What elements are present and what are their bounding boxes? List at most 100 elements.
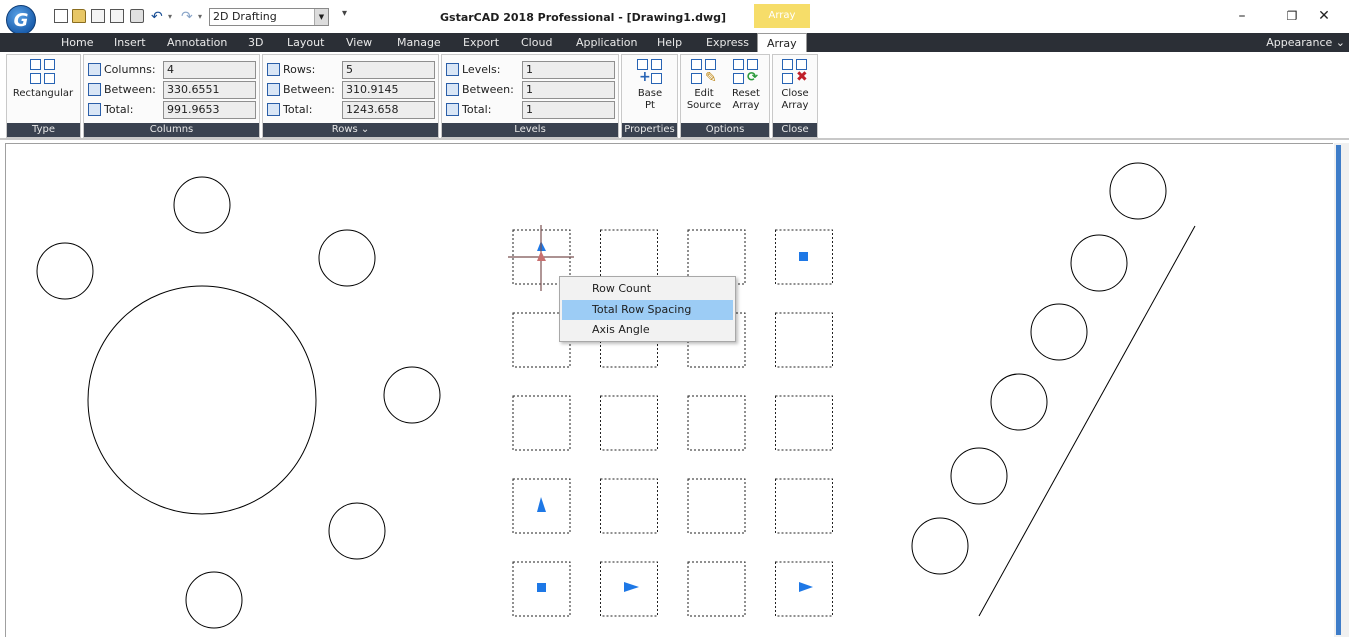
title-bar: G ↶ ▾ ↷ ▾ 2D Drafting ▼ ▾ GstarCAD 2018 …: [0, 0, 1349, 35]
small-circle[interactable]: [383, 366, 441, 424]
menu-item-row-count[interactable]: Row Count: [562, 279, 733, 299]
small-circle[interactable]: [318, 229, 376, 287]
tab-cloud[interactable]: Cloud: [521, 33, 552, 52]
edit-source-icon: ✎: [691, 59, 717, 85]
close-label-line2: Array: [781, 100, 809, 111]
drawing-svg[interactable]: [6, 144, 1334, 637]
grip-triangle-right[interactable]: [624, 582, 639, 592]
grip-square[interactable]: [537, 583, 546, 592]
app-logo-icon[interactable]: G: [6, 5, 36, 35]
array-item[interactable]: [687, 561, 746, 617]
tab-array[interactable]: Array: [757, 33, 807, 52]
levels-between-input[interactable]: 1: [522, 81, 615, 99]
rows-count-input[interactable]: 5: [342, 61, 435, 79]
drawing-canvas[interactable]: [5, 143, 1333, 637]
array-item[interactable]: [687, 478, 746, 534]
row-spacing-icon: [267, 83, 280, 96]
new-file-icon[interactable]: [54, 9, 68, 23]
tab-layout[interactable]: Layout: [287, 33, 324, 52]
workspace-select[interactable]: 2D Drafting ▼: [209, 8, 329, 26]
diagonal-line[interactable]: [978, 225, 1196, 617]
grip-square[interactable]: [799, 252, 808, 261]
tab-home[interactable]: Home: [61, 33, 93, 52]
array-item[interactable]: [600, 395, 658, 451]
level-total-icon: [446, 103, 459, 116]
small-circle[interactable]: [911, 517, 969, 575]
chevron-down-icon[interactable]: ▼: [314, 9, 328, 25]
rectangular-label: Rectangular: [12, 88, 74, 99]
levels-label: Levels:: [462, 63, 501, 76]
rectangular-button[interactable]: Rectangular: [11, 59, 75, 100]
large-circle[interactable]: [87, 285, 317, 515]
reset-array-button[interactable]: ⟳ Reset Array: [726, 59, 766, 112]
tab-view[interactable]: View: [346, 33, 372, 52]
small-circle[interactable]: [173, 176, 231, 234]
array-item[interactable]: [512, 395, 571, 451]
type-panel: Rectangular Type: [6, 54, 81, 138]
window-title: GstarCAD 2018 Professional - [Drawing1.d…: [440, 11, 727, 24]
array-item[interactable]: [600, 478, 658, 534]
columns-between-input[interactable]: 330.6551: [163, 81, 256, 99]
tab-insert[interactable]: Insert: [114, 33, 146, 52]
small-circle[interactable]: [1030, 303, 1088, 361]
workspace-value: 2D Drafting: [213, 10, 277, 23]
print-icon[interactable]: [130, 9, 144, 23]
base-point-button[interactable]: + Base Pt: [626, 59, 674, 112]
small-circle[interactable]: [950, 447, 1008, 505]
rows-between-input[interactable]: 310.9145: [342, 81, 435, 99]
small-circle[interactable]: [36, 242, 94, 300]
open-folder-icon[interactable]: [72, 9, 86, 23]
tab-express[interactable]: Express: [706, 33, 749, 52]
scrollbar-thumb[interactable]: [1336, 145, 1341, 635]
small-circle[interactable]: [185, 571, 243, 629]
redo-dropdown-icon[interactable]: ▾: [198, 10, 206, 24]
levels-icon: [446, 63, 459, 76]
chevron-down-icon: ⌄: [1335, 36, 1345, 49]
vertical-scrollbar[interactable]: [1334, 143, 1349, 637]
tab-manage[interactable]: Manage: [397, 33, 441, 52]
rows-label: Rows:: [283, 63, 316, 76]
small-circle[interactable]: [1109, 162, 1167, 220]
reset-label-line2: Array: [732, 100, 760, 111]
columns-between-label: Between:: [104, 83, 156, 96]
save-icon[interactable]: [91, 9, 105, 23]
columns-count-input[interactable]: 4: [163, 61, 256, 79]
rows-total-input[interactable]: 1243.658: [342, 101, 435, 119]
levels-count-input[interactable]: 1: [522, 61, 615, 79]
array-item[interactable]: [775, 395, 833, 451]
menu-item-total-row-spacing[interactable]: Total Row Spacing: [562, 300, 733, 320]
close-array-button[interactable]: ✖ Close Array: [776, 59, 814, 112]
save-as-icon[interactable]: [110, 9, 124, 23]
grip-triangle-right[interactable]: [799, 582, 813, 592]
close-panel: ✖ Close Array Close: [772, 54, 818, 138]
appearance-menu[interactable]: Appearance ⌄: [1266, 33, 1345, 52]
grip-triangle-up[interactable]: [537, 497, 546, 512]
edit-source-button[interactable]: ✎ Edit Source: [684, 59, 724, 112]
menu-item-axis-angle[interactable]: Axis Angle: [562, 320, 733, 340]
tab-3d[interactable]: 3D: [248, 33, 263, 52]
tab-application[interactable]: Application: [576, 33, 637, 52]
undo-icon[interactable]: ↶: [151, 10, 165, 24]
small-circle[interactable]: [328, 502, 386, 560]
columns-label: Columns:: [104, 63, 156, 76]
array-item[interactable]: [775, 312, 833, 368]
minimize-button[interactable]: –: [1222, 4, 1262, 28]
levels-between-label: Between:: [462, 83, 514, 96]
redo-icon[interactable]: ↷: [181, 10, 195, 24]
tab-annotation[interactable]: Annotation: [167, 33, 227, 52]
columns-total-input[interactable]: 991.9653: [163, 101, 256, 119]
small-circle[interactable]: [1070, 234, 1128, 292]
small-circle[interactable]: [990, 373, 1048, 431]
close-button[interactable]: ✕: [1304, 4, 1344, 28]
customize-toolbar-icon[interactable]: ▾: [342, 8, 347, 19]
properties-panel: + Base Pt Properties: [621, 54, 678, 138]
rows-between-label: Between:: [283, 83, 335, 96]
levels-total-input[interactable]: 1: [522, 101, 615, 119]
rows-panel-title[interactable]: Rows ⌄: [263, 123, 438, 137]
array-item[interactable]: [775, 478, 833, 534]
tab-export[interactable]: Export: [463, 33, 499, 52]
close-array-icon: ✖: [782, 59, 808, 85]
array-item[interactable]: [687, 395, 746, 451]
undo-dropdown-icon[interactable]: ▾: [168, 10, 176, 24]
tab-help[interactable]: Help: [657, 33, 682, 52]
